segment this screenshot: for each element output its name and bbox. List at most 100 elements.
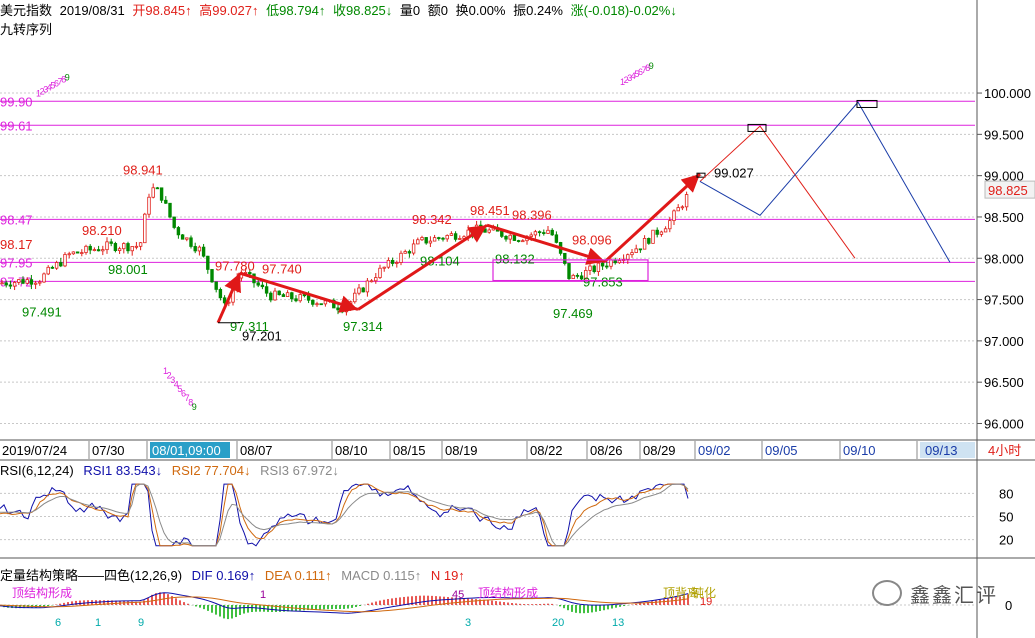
candle-body	[197, 246, 202, 252]
chart-canvas[interactable]: 100.00099.50099.00098.50098.00097.50097.…	[0, 0, 1035, 638]
candle-body	[168, 202, 172, 218]
rsi-title: RSI(6,12,24)	[0, 463, 74, 478]
candle-body	[138, 242, 143, 247]
candle-body	[67, 253, 71, 256]
candle-body	[647, 238, 651, 244]
candle-body	[12, 282, 17, 287]
macd-title: 定量结构策略——四色(12,26,9)	[0, 568, 183, 583]
level-label: 99.90	[0, 94, 33, 109]
candle-body	[605, 265, 609, 268]
swing-label: 99.027	[714, 165, 754, 180]
price-tick-label: 100.000	[984, 86, 1031, 101]
x-axis-label: 08/10	[335, 443, 368, 458]
candle-body	[256, 282, 260, 286]
macd-count-label: 9	[138, 617, 144, 629]
n-value: N 19↑	[430, 568, 465, 583]
x-axis-label: 07/30	[92, 443, 125, 458]
candle-body	[298, 294, 302, 302]
candle-body	[365, 280, 370, 293]
x-axis-label: 08/15	[393, 443, 426, 458]
x-axis-label: 08/26	[590, 443, 623, 458]
candle-body	[50, 266, 55, 269]
candle-body	[374, 277, 378, 282]
nine-turn-digit: 9	[65, 72, 70, 82]
candle-body	[21, 279, 25, 284]
candle-body	[512, 234, 517, 241]
candle-body	[680, 206, 685, 209]
rsi-header: RSI(6,12,24) RSI1 83.543↓ RSI2 77.704↓ R…	[0, 463, 345, 478]
candle-body	[668, 220, 672, 230]
candle-body	[357, 287, 361, 294]
swing-label: 98.396	[512, 208, 552, 223]
candle-body	[218, 289, 223, 299]
swing-label: 97.740	[262, 262, 302, 277]
candle-body	[130, 246, 134, 252]
candle-body	[8, 284, 13, 287]
candle-body	[290, 292, 294, 300]
x-axis-label: 09/05	[765, 443, 798, 458]
candle-body	[500, 230, 504, 237]
candle-body	[164, 199, 168, 204]
candle-body	[596, 262, 601, 273]
candle-body	[424, 237, 428, 244]
candle-body	[655, 229, 659, 235]
x-axis-label: 2019/07/24	[2, 443, 67, 458]
candle-body	[344, 307, 349, 313]
watermark-text: 鑫鑫汇评	[910, 584, 998, 607]
candle-body	[193, 246, 197, 252]
candle-body	[369, 280, 374, 283]
macd-value: MACD 0.115↑	[341, 568, 422, 583]
rsi2-value: RSI2 77.704↓	[171, 463, 251, 478]
price-tick-label: 97.500	[984, 293, 1024, 308]
nine-turn-sequence: 123456789	[620, 61, 654, 87]
candle-body	[25, 279, 29, 284]
price-tick-label: 98.000	[984, 251, 1024, 266]
candle-body	[92, 249, 97, 251]
candle-body	[546, 229, 550, 234]
candle-body	[571, 274, 575, 279]
candle-body	[403, 251, 407, 254]
macd-count-label: 45	[452, 589, 464, 601]
swing-label: 98.941	[123, 163, 163, 178]
macd-count-label: 20	[552, 617, 564, 629]
macd-tick-label: 0	[1005, 598, 1012, 613]
candle-body	[96, 249, 101, 252]
candle-body	[529, 234, 533, 237]
candle-body	[651, 229, 655, 244]
candle-body	[550, 229, 554, 236]
swing-label: 97.780	[215, 258, 255, 273]
candle-body	[113, 243, 118, 251]
candle-body	[672, 210, 676, 222]
candle-body	[189, 237, 193, 247]
candle-body	[445, 235, 449, 240]
swing-label: 97.311	[230, 319, 269, 334]
candle-body	[71, 251, 76, 255]
candle-body	[390, 259, 395, 264]
candle-body	[29, 279, 34, 285]
candle-body	[487, 229, 491, 233]
candle-body	[155, 187, 160, 190]
candle-body	[285, 292, 290, 297]
candle-body	[210, 269, 214, 283]
candle-body	[109, 241, 113, 244]
x-axis-label-highlight: 08/01,09:00	[152, 443, 221, 458]
candle-body	[277, 290, 281, 296]
candle-body	[634, 248, 638, 253]
candle-body	[617, 260, 622, 264]
x-axis-label: 08/07	[240, 443, 273, 458]
candle-body	[151, 187, 155, 198]
candle-body	[260, 284, 265, 288]
candle-body	[441, 237, 445, 240]
candle-body	[395, 262, 399, 264]
swing-label: 98.001	[108, 262, 148, 277]
candle-body	[75, 251, 80, 254]
price-tick-label: 96.500	[984, 375, 1024, 390]
candle-body	[269, 292, 273, 301]
candle-body	[642, 238, 647, 250]
swing-label: 98.210	[82, 223, 122, 238]
candle-body	[306, 295, 311, 301]
candle-body	[176, 227, 181, 236]
candle-body	[281, 294, 286, 297]
candle-body	[159, 187, 164, 201]
candle-body	[382, 266, 386, 269]
